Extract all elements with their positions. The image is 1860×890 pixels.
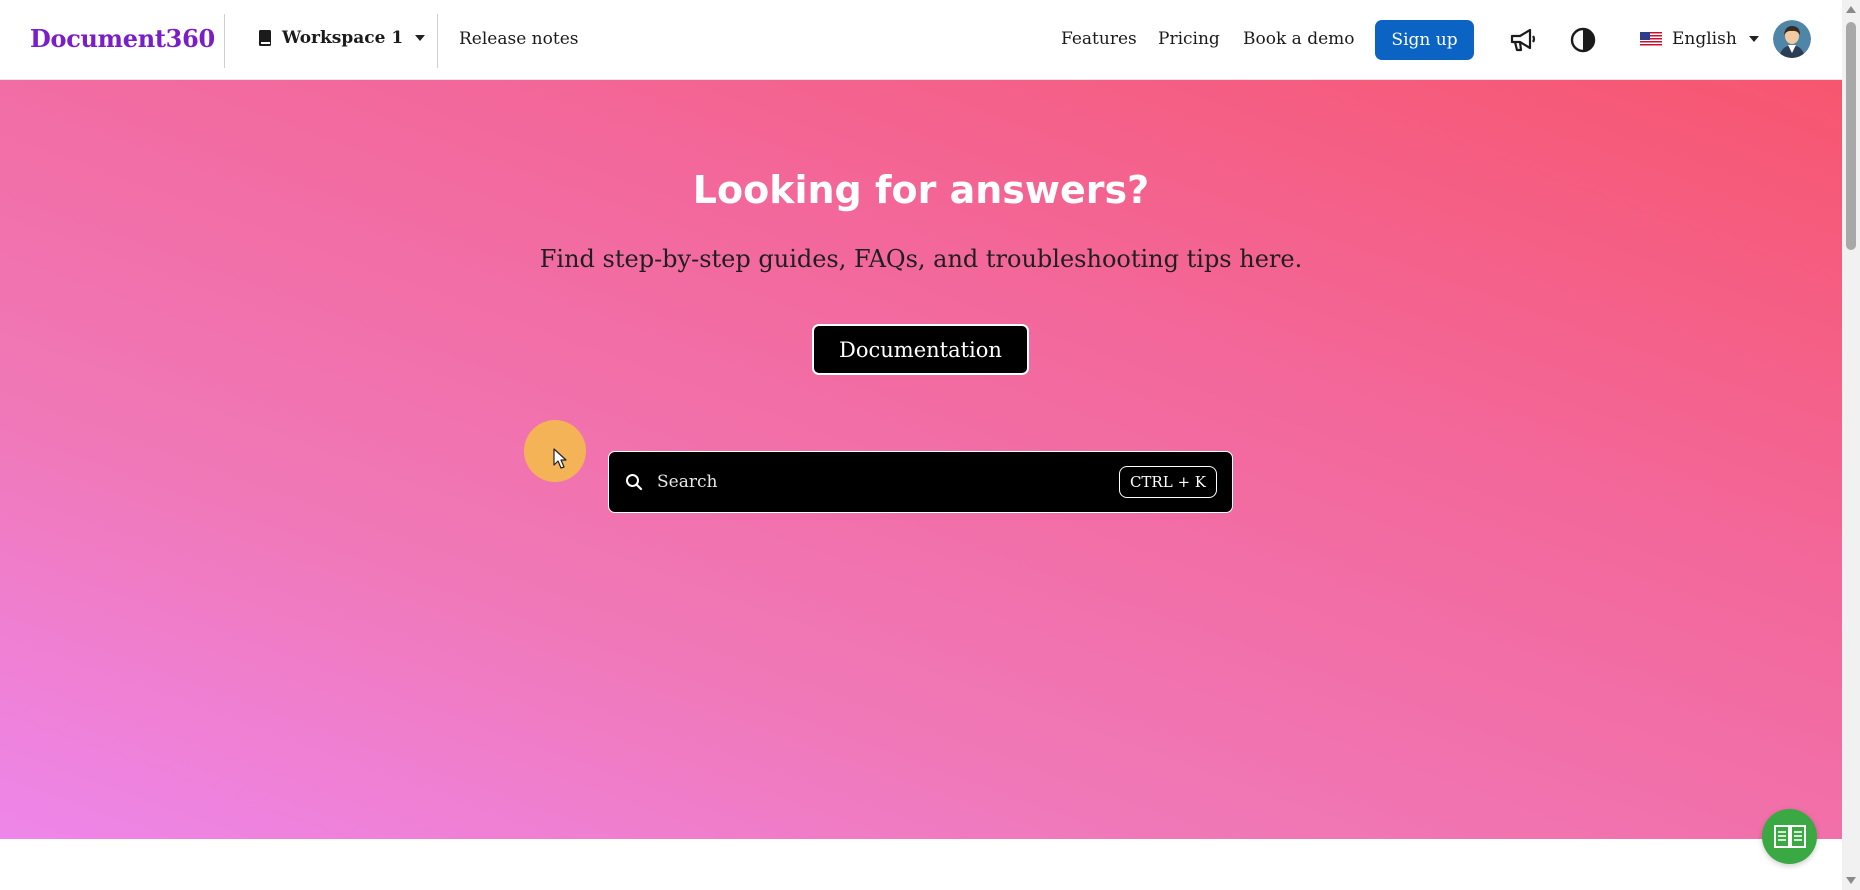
book-icon: [259, 30, 271, 46]
language-selector[interactable]: English: [1640, 29, 1759, 49]
megaphone-icon[interactable]: [1507, 24, 1539, 56]
search-input[interactable]: Search CTRL + K: [608, 451, 1233, 513]
contrast-icon[interactable]: [1567, 24, 1599, 56]
features-link[interactable]: Features: [1061, 29, 1137, 49]
scroll-thumb[interactable]: [1846, 22, 1856, 250]
workspace-dropdown[interactable]: Workspace 1: [258, 28, 426, 48]
us-flag-icon: [1640, 31, 1662, 47]
release-notes-link[interactable]: Release notes: [459, 29, 578, 49]
hero-section: Looking for answers? Find step-by-step g…: [0, 80, 1842, 839]
divider: [437, 14, 438, 68]
top-navbar: Document360 Workspace 1 Release notes Fe…: [0, 0, 1842, 80]
pricing-link[interactable]: Pricing: [1158, 29, 1220, 49]
workspace-label: Workspace 1: [282, 28, 404, 48]
chevron-down-icon: [415, 35, 426, 41]
open-book-icon: [1773, 824, 1806, 848]
keyboard-shortcut-badge: CTRL + K: [1118, 466, 1217, 498]
language-label: English: [1672, 29, 1737, 49]
sign-up-button[interactable]: Sign up: [1375, 20, 1474, 60]
hero-title: Looking for answers?: [692, 168, 1150, 212]
hero-subtitle: Find step-by-step guides, FAQs, and trou…: [539, 245, 1303, 273]
page-scrollbar[interactable]: [1842, 0, 1860, 890]
chevron-down-icon: [1748, 36, 1759, 42]
search-icon: [626, 474, 643, 491]
scroll-up-arrow[interactable]: [1846, 6, 1856, 13]
mouse-pointer-icon: [553, 448, 567, 469]
logo[interactable]: Document360: [30, 24, 215, 53]
scroll-down-arrow[interactable]: [1846, 877, 1856, 884]
divider: [224, 14, 225, 68]
help-button[interactable]: [1762, 809, 1817, 864]
avatar[interactable]: [1773, 20, 1811, 58]
documentation-button[interactable]: Documentation: [812, 324, 1029, 375]
book-demo-link[interactable]: Book a demo: [1243, 29, 1355, 49]
search-placeholder: Search: [657, 472, 718, 492]
